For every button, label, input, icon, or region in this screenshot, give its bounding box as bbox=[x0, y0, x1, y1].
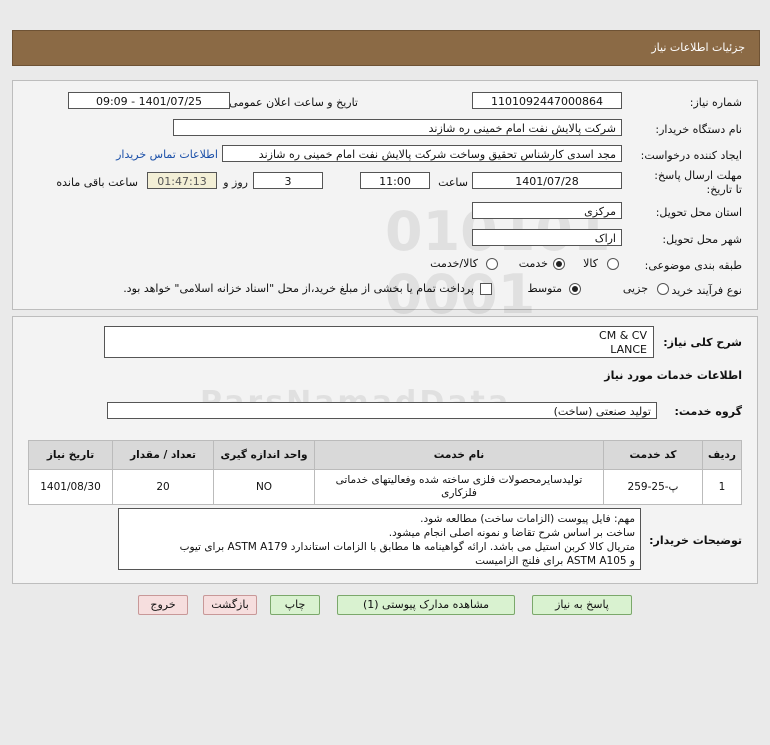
table-row: 1 پ-25-259 تولیدسایرمحصولات فلزی ساخته ش… bbox=[28, 469, 742, 505]
province-field: مرکزی bbox=[472, 202, 622, 219]
buyer-org-field: شرکت پالایش نفت امام خمینی ره شازند bbox=[173, 119, 622, 136]
category-radio-goods[interactable] bbox=[607, 258, 619, 270]
creator-field: مجد اسدی کارشناس تحقیق وساخت شرکت پالایش… bbox=[222, 145, 622, 162]
province-label: استان محل تحویل: bbox=[655, 206, 742, 219]
treasury-payment-checkbox[interactable] bbox=[480, 283, 492, 295]
buyer-notes-label: توضیحات خریدار: bbox=[649, 534, 742, 547]
buyer-contact-link[interactable]: اطلاعات تماس خریدار bbox=[116, 148, 218, 161]
need-number-field: 1101092447000864 bbox=[472, 92, 622, 109]
summary-line-1: CM & CV bbox=[599, 329, 647, 342]
days-label: روز و bbox=[223, 176, 248, 189]
deadline-time-label: ساعت bbox=[438, 176, 468, 189]
view-attachments-button[interactable]: مشاهده مدارک پیوستی (1) bbox=[337, 595, 515, 615]
deadline-time-field: 11:00 bbox=[360, 172, 430, 189]
table-header-row: ردیف کد خدمت نام خدمت واحد اندازه گیری ت… bbox=[28, 440, 742, 470]
page-header: جزئیات اطلاعات نیاز bbox=[12, 30, 760, 66]
print-button[interactable]: چاپ bbox=[270, 595, 320, 615]
cell-need-date: 1401/08/30 bbox=[28, 469, 113, 505]
process-option-minor: جزیی bbox=[622, 282, 648, 295]
cell-row-number: 1 bbox=[702, 469, 742, 505]
reply-button[interactable]: پاسخ به نیاز bbox=[532, 595, 632, 615]
buyer-notes-line-4: و ASTM A105 برای فلنج الزامیست bbox=[475, 555, 635, 567]
category-option-goods-service: کالا/خدمت bbox=[430, 257, 478, 270]
col-service-code: کد خدمت bbox=[603, 440, 703, 470]
service-group-field: تولید صنعتی (ساخت) bbox=[107, 402, 657, 419]
cell-service-name: تولیدسایرمحصولات فلزی ساخته شده وفعالیته… bbox=[314, 469, 604, 505]
buyer-notes-line-1: مهم: فایل پیوست (الزامات ساخت) مطالعه شو… bbox=[420, 513, 635, 525]
days-field: 3 bbox=[253, 172, 323, 189]
buyer-notes-box: مهم: فایل پیوست (الزامات ساخت) مطالعه شو… bbox=[118, 508, 641, 570]
city-field: اراک bbox=[472, 229, 622, 246]
cell-quantity: 20 bbox=[112, 469, 214, 505]
category-radio-goods-service[interactable] bbox=[486, 258, 498, 270]
process-option-medium: متوسط bbox=[527, 282, 562, 295]
exit-button[interactable]: خروج bbox=[138, 595, 188, 615]
announce-field: 1401/07/25 - 09:09 bbox=[68, 92, 230, 109]
category-option-goods: کالا bbox=[583, 257, 598, 270]
buyer-notes-line-2: ساخت بر اساس شرح تقاضا و نمونه اصلی انجا… bbox=[388, 527, 635, 539]
category-label: طبقه بندی موضوعی: bbox=[644, 259, 742, 272]
summary-label: شرح کلی نیاز: bbox=[663, 336, 742, 349]
category-option-service: خدمت bbox=[518, 257, 548, 270]
cell-service-code: پ-25-259 bbox=[603, 469, 703, 505]
city-label: شهر محل تحویل: bbox=[662, 233, 742, 246]
page-title: جزئیات اطلاعات نیاز bbox=[651, 41, 745, 54]
summary-box: CM & CV LANCE bbox=[104, 326, 654, 358]
col-quantity: تعداد / مقدار bbox=[112, 440, 214, 470]
col-row-number: ردیف bbox=[702, 440, 742, 470]
summary-line-2: LANCE bbox=[610, 343, 647, 356]
process-label: نوع فرآیند خرید : bbox=[664, 284, 742, 297]
services-table: ردیف کد خدمت نام خدمت واحد اندازه گیری ت… bbox=[28, 440, 742, 505]
treasury-payment-note: پرداخت تمام یا بخشی از مبلغ خرید،از محل … bbox=[123, 282, 474, 295]
creator-label: ایجاد کننده درخواست: bbox=[640, 149, 742, 162]
deadline-date-field: 1401/07/28 bbox=[472, 172, 622, 189]
deadline-label: مهلت ارسال پاسخ: تا تاریخ: bbox=[654, 169, 742, 196]
services-section-title: اطلاعات خدمات مورد نیاز bbox=[604, 369, 742, 382]
col-service-name: نام خدمت bbox=[314, 440, 604, 470]
buyer-org-label: نام دستگاه خریدار: bbox=[655, 123, 742, 136]
process-radio-medium[interactable] bbox=[569, 283, 581, 295]
back-button[interactable]: بازگشت bbox=[203, 595, 257, 615]
buyer-notes-line-3: متریال کالا کربن استیل می باشد. ارائه گو… bbox=[179, 541, 635, 553]
announce-label: تاریخ و ساعت اعلان عمومی: bbox=[225, 96, 358, 109]
remaining-time-field: 01:47:13 bbox=[147, 172, 217, 189]
process-radio-minor[interactable] bbox=[657, 283, 669, 295]
need-number-label: شماره نیاز: bbox=[689, 96, 742, 109]
cell-unit: NO bbox=[213, 469, 315, 505]
category-radio-service[interactable] bbox=[553, 258, 565, 270]
col-unit: واحد اندازه گیری bbox=[213, 440, 315, 470]
col-need-date: تاریخ نیاز bbox=[28, 440, 113, 470]
need-info-panel bbox=[12, 80, 758, 310]
remaining-label: ساعت باقی مانده bbox=[56, 176, 138, 189]
service-group-label: گروه خدمت: bbox=[674, 405, 742, 418]
